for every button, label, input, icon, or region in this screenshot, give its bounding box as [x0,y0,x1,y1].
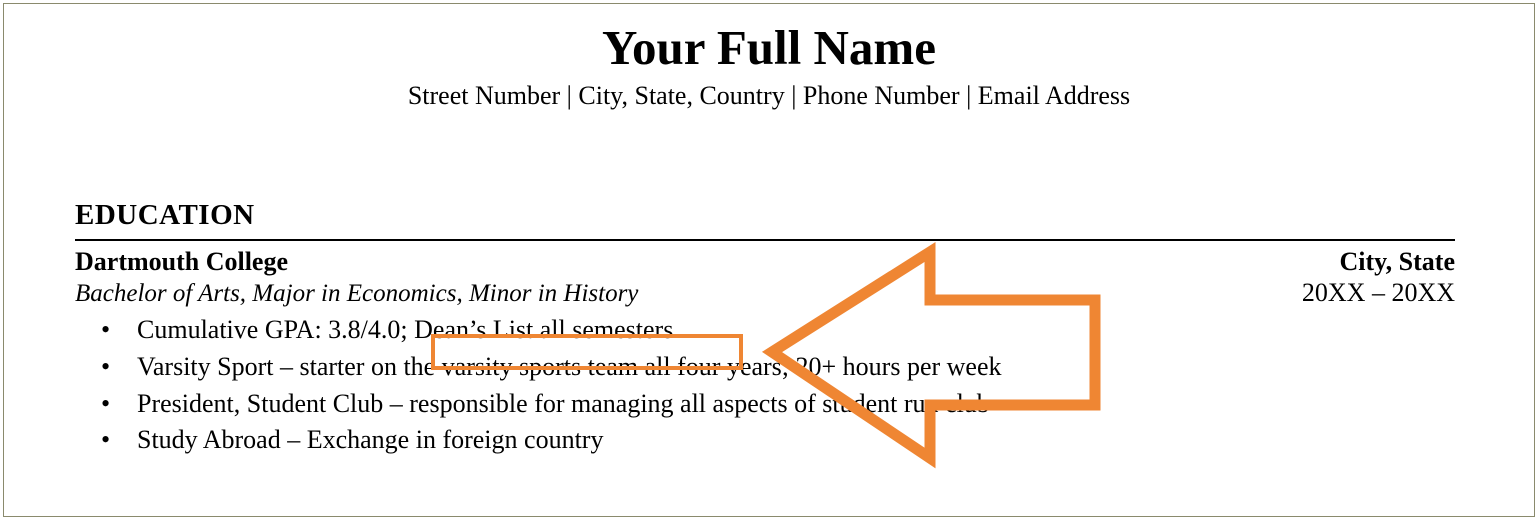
organization-location: City, State [1339,246,1455,276]
bullet-item: Study Abroad – Exchange in foreign count… [75,422,1455,459]
bullet-item: Varsity Sport – starter on the varsity s… [75,349,1455,386]
full-name-heading: Your Full Name [602,20,936,75]
section-divider [75,238,1455,241]
education-entry: Dartmouth College City, State Bachelor o… [75,247,1455,459]
resume-page: Your Full Name Street Number | City, Sta… [0,0,1538,520]
resume-header: Your Full Name Street Number | City, Sta… [0,20,1538,110]
bullet-text-prefix: Varsity Sport – starter on the varsity s… [137,351,1002,381]
attendance-dates: 20XX – 20XX [1301,277,1455,307]
degree-line: Bachelor of Arts, Major in Economics, Mi… [75,279,639,307]
entry-org-row: Dartmouth College City, State [75,247,1455,278]
section-title-education: EDUCATION [75,199,255,231]
contact-info-line: Street Number | City, State, Country | P… [407,80,1131,110]
bullet-text-prefix: Study Abroad – Exchange in foreign count… [137,425,604,455]
bullet-item: Cumulative GPA: 3.8/4.0; Dean’s List all… [75,312,1455,349]
bullet-text-highlighted: Dean’s List all semesters [414,315,674,345]
organization-name: Dartmouth College [75,246,289,276]
education-bullet-list: Cumulative GPA: 3.8/4.0; Dean’s List all… [75,312,1455,459]
bullet-text-prefix: Cumulative GPA: 3.8/4.0; [137,315,415,345]
entry-degree-row: Bachelor of Arts, Major in Economics, Mi… [75,278,1455,309]
education-section: EDUCATION Dartmouth College City, State … [75,199,1455,459]
bullet-item: President, Student Club – responsible fo… [75,386,1455,423]
bullet-text-prefix: President, Student Club – responsible fo… [137,388,990,418]
